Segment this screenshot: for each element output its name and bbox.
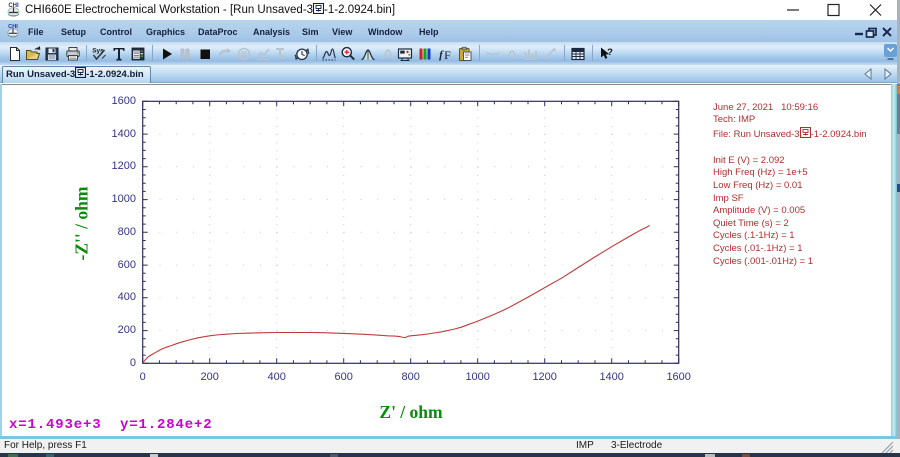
- svg-text:?: ?: [607, 47, 613, 58]
- svg-text:F: F: [444, 48, 451, 62]
